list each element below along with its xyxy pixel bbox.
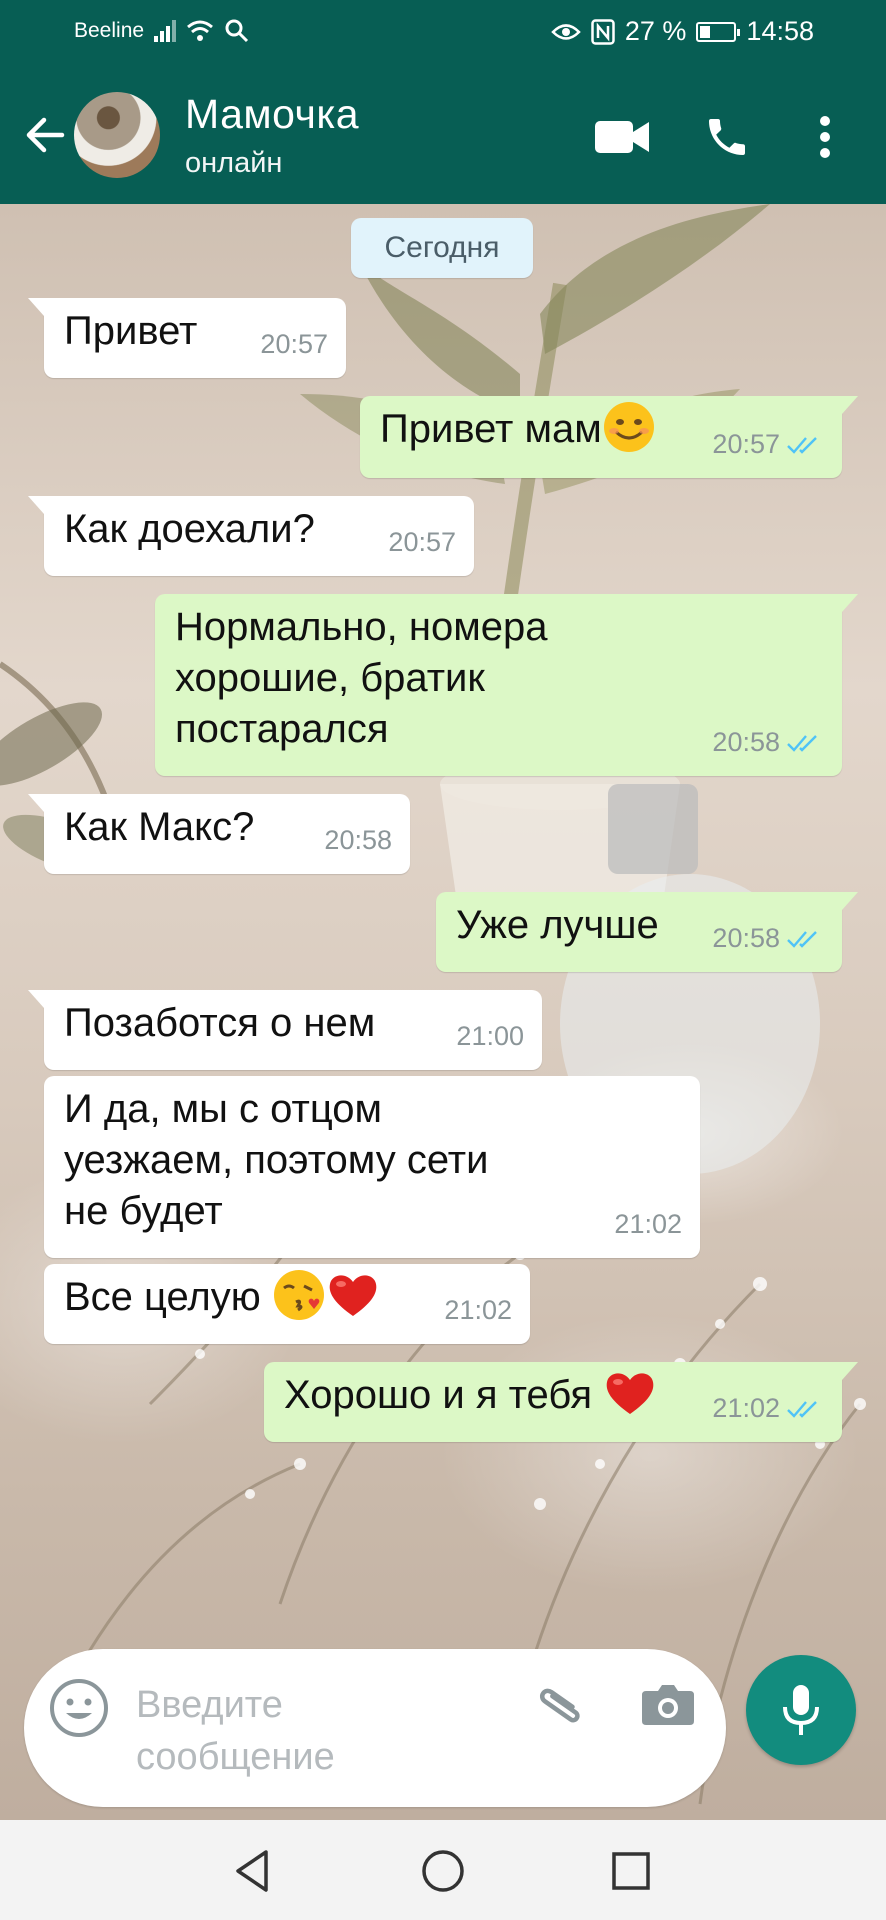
message-meta: 20:57: [712, 419, 824, 470]
double-check-read-icon: [787, 930, 817, 948]
emoji-icon[interactable]: [48, 1677, 110, 1739]
nav-back-icon[interactable]: [228, 1846, 278, 1896]
battery-percent: 27 %: [624, 16, 687, 46]
message-outgoing[interactable]: Уже лучше 20:58: [436, 892, 858, 972]
message-meta: 21:02: [444, 1285, 512, 1336]
message-time: 21:02: [444, 1295, 512, 1325]
system-nav-bar: [0, 1820, 886, 1920]
signal-icon: [154, 20, 177, 42]
message-text: Как доехали?: [64, 507, 315, 551]
message-meta: 21:00: [456, 1011, 524, 1062]
message-meta: 20:57: [260, 319, 328, 370]
message-time: 20:57: [712, 429, 780, 459]
message-incoming[interactable]: Привет 20:57: [28, 298, 346, 378]
search-icon: [225, 19, 249, 43]
message-outgoing[interactable]: Привет мам 20:57: [360, 396, 858, 478]
video-call-icon[interactable]: [592, 107, 652, 167]
message-incoming[interactable]: Как доехали? 20:57: [28, 496, 474, 576]
contact-status: онлайн: [185, 147, 283, 179]
eye-icon: [551, 23, 581, 40]
camera-icon[interactable]: [636, 1673, 700, 1737]
message-composer: Введите сообщение: [24, 1649, 726, 1807]
message-meta: 21:02: [614, 1199, 682, 1250]
message-meta: 20:58: [712, 913, 824, 964]
message-text: И да, мы с отцом уезжаем, поэтому сети н…: [64, 1087, 489, 1233]
battery-icon: [696, 21, 741, 42]
message-text: Позаботся о нем: [64, 1001, 376, 1045]
message-text: Все целую: [64, 1275, 272, 1319]
contact-avatar[interactable]: [74, 92, 160, 178]
back-arrow-icon[interactable]: [20, 105, 70, 165]
date-separator: Сегодня: [351, 218, 533, 278]
message-time: 21:00: [456, 1021, 524, 1051]
double-check-read-icon: [787, 734, 817, 752]
message-meta: 20:57: [388, 517, 456, 568]
carrier-label: Beeline: [74, 19, 145, 42]
paperclip-icon[interactable]: [528, 1673, 592, 1737]
message-incoming[interactable]: И да, мы с отцом уезжаем, поэтому сети н…: [44, 1076, 700, 1258]
message-meta: 20:58: [324, 815, 392, 866]
double-check-read-icon: [787, 1400, 817, 1418]
message-time: 21:02: [614, 1209, 682, 1239]
message-time: 20:57: [388, 527, 456, 557]
phone-icon[interactable]: [697, 107, 757, 167]
message-text: Привет: [64, 309, 198, 353]
chat-header: Мамочка онлайн: [0, 67, 886, 204]
message-time: 21:02: [712, 1393, 780, 1423]
message-time: 20:57: [260, 329, 328, 359]
message-text: Нормально, номера хорошие, братик постар…: [175, 605, 548, 751]
nfc-icon: [591, 18, 615, 45]
smiling-face-emoji-icon: [603, 402, 654, 453]
status-bar: Beeline 27 % 14:58: [0, 0, 886, 67]
red-heart-emoji-icon: [606, 1373, 654, 1415]
message-incoming[interactable]: Как Макс? 20:58: [28, 794, 410, 874]
double-check-read-icon: [787, 436, 817, 454]
message-meta: 20:58: [712, 717, 824, 768]
status-left: Beeline: [74, 18, 250, 44]
message-time: 20:58: [712, 727, 780, 757]
message-text: Привет мам: [380, 407, 602, 451]
message-time: 20:58: [324, 825, 392, 855]
more-vert-icon[interactable]: [795, 107, 855, 167]
message-text: Уже лучше: [456, 903, 659, 947]
nav-recents-icon[interactable]: [606, 1846, 656, 1896]
microphone-icon: [783, 1685, 819, 1735]
message-text: Как Макс?: [64, 805, 255, 849]
face-blowing-kiss-emoji-icon: [273, 1270, 324, 1321]
status-right: 27 % 14:58: [551, 16, 814, 47]
contact-name[interactable]: Мамочка: [185, 91, 359, 138]
red-heart-emoji-icon: [329, 1275, 377, 1317]
clock: 14:58: [746, 16, 814, 46]
nav-home-icon[interactable]: [418, 1846, 468, 1896]
message-meta: 21:02: [712, 1383, 824, 1434]
chat-area[interactable]: Сегодня Привет 20:57 Привет мам 20:57 Ка…: [0, 204, 886, 1820]
message-input[interactable]: Введите сообщение: [136, 1679, 466, 1783]
message-time: 20:58: [712, 923, 780, 953]
message-outgoing[interactable]: Нормально, номера хорошие, братик постар…: [155, 594, 858, 776]
message-incoming[interactable]: Все целую 21:02: [44, 1264, 530, 1344]
message-outgoing[interactable]: Хорошо и я тебя 21:02: [264, 1362, 858, 1442]
message-incoming[interactable]: Позаботся о нем 21:00: [28, 990, 542, 1070]
mic-button[interactable]: [746, 1655, 856, 1765]
wifi-icon: [187, 20, 214, 41]
message-text: Хорошо и я тебя: [284, 1373, 604, 1417]
